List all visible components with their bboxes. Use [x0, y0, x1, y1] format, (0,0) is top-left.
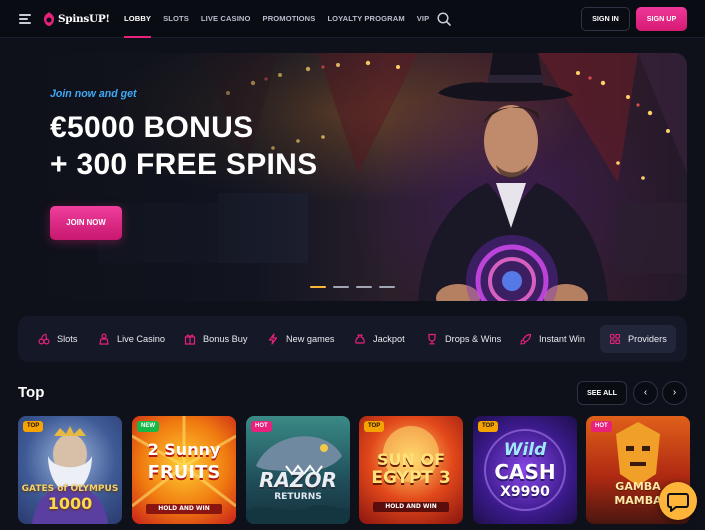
game-badge: HOT — [591, 421, 612, 432]
game-card-sun-of-egypt-3[interactable]: TOP SUN OF EGYPT 3 HOLD AND WIN — [359, 416, 463, 524]
nav-lobby[interactable]: LOBBY — [124, 0, 152, 38]
live-chat-button[interactable] — [659, 482, 697, 520]
main-nav: LOBBY SLOTS LIVE CASINO PROMOTIONS LOYAL… — [124, 0, 441, 38]
carousel-dot-2[interactable] — [333, 286, 349, 288]
category-jackpot[interactable]: Jackpot — [354, 325, 405, 353]
category-instant-win[interactable]: Instant Win — [520, 325, 585, 353]
category-slots-label: Slots — [57, 334, 78, 344]
game-badge: HOT — [251, 421, 272, 432]
chevron-left-icon: ‹ — [643, 387, 648, 398]
category-instant-win-label: Instant Win — [539, 334, 585, 344]
trophy-icon — [428, 333, 436, 345]
category-live-casino-label: Live Casino — [117, 334, 166, 344]
category-bonus-buy[interactable]: Bonus Buy — [184, 325, 247, 353]
game-title-2: FRUITS — [147, 462, 221, 483]
category-drops-and-wins-label: Drops & Wins — [445, 334, 502, 344]
game-card-sunny-fruits[interactable]: NEW 2 Sunny FRUITS HOLD AND WIN — [132, 416, 236, 524]
carousel-next-button[interactable]: › — [662, 381, 687, 405]
category-live-casino[interactable]: Live Casino — [98, 325, 165, 353]
game-subtitle: RETURNS — [274, 492, 322, 502]
game-title: RAZOR — [259, 468, 337, 492]
category-slots[interactable]: Slots — [38, 325, 77, 353]
game-title: SUN OF — [376, 450, 445, 469]
top-header: SpinsUP! LOBBY SLOTS LIVE CASINO PROMOTI… — [0, 0, 705, 38]
nav-vip[interactable]: VIP — [417, 0, 430, 38]
hero-title: €5000 BONUS + 300 FREE SPINS — [50, 109, 317, 183]
carousel-dots — [310, 286, 402, 288]
game-subtitle: HOLD AND WIN — [158, 505, 210, 512]
category-jackpot-label: Jackpot — [373, 334, 405, 344]
lightning-icon — [268, 333, 278, 345]
game-badge: NEW — [137, 421, 159, 432]
carousel-dot-4[interactable] — [379, 286, 395, 288]
sign-up-button[interactable]: SIGN UP — [636, 7, 687, 31]
carousel-dot-3[interactable] — [356, 286, 372, 288]
menu-icon[interactable] — [19, 14, 31, 24]
nav-slots[interactable]: SLOTS — [163, 0, 189, 38]
game-subtitle: X9990 — [500, 484, 550, 500]
game-title-2: CASH — [494, 460, 556, 484]
carousel-dot-1[interactable] — [310, 286, 326, 288]
category-bonus-buy-label: Bonus Buy — [203, 334, 248, 344]
logo-mark-icon — [44, 12, 54, 26]
nav-promotions[interactable]: PROMOTIONS — [263, 0, 316, 38]
carousel-prev-button[interactable]: ‹ — [633, 381, 658, 405]
game-title: 2 Sunny — [147, 440, 221, 459]
category-new-games[interactable]: New games — [267, 325, 335, 353]
category-bar: Slots Live Casino Bonus Buy New games Ja… — [18, 316, 687, 362]
chat-icon — [667, 493, 689, 512]
game-card-razor-returns[interactable]: HOT RAZOR RETURNS — [246, 416, 350, 524]
logo-text: SpinsUP! — [58, 13, 110, 25]
game-badge: TOP — [478, 421, 499, 432]
see-all-button[interactable]: SEE ALL — [577, 381, 627, 405]
category-providers-label: Providers — [628, 334, 667, 344]
section-title-top: Top — [18, 384, 45, 401]
category-drops-and-wins[interactable]: Drops & Wins — [426, 325, 501, 353]
game-title: Wild — [503, 440, 547, 460]
nav-loyalty-program[interactable]: LOYALTY PROGRAM — [327, 0, 404, 38]
gift-icon — [184, 334, 196, 345]
game-badge: TOP — [364, 421, 385, 432]
category-providers[interactable]: Providers — [600, 325, 676, 353]
category-new-games-label: New games — [286, 334, 335, 344]
game-badge: TOP — [23, 421, 44, 432]
hero-title-line-1: €5000 BONUS — [50, 111, 254, 144]
game-subtitle: 1000 — [47, 494, 93, 513]
search-icon[interactable] — [436, 11, 452, 27]
sign-in-button[interactable]: SIGN IN — [581, 7, 630, 31]
nav-live-casino[interactable]: LIVE CASINO — [201, 0, 251, 38]
game-card-gates-of-olympus[interactable]: TOP GATES of OLYMPUS 1000 — [18, 416, 122, 524]
hero-kicker: Join now and get — [50, 88, 137, 100]
logo[interactable]: SpinsUP! — [42, 10, 110, 28]
top-games-row: TOP GATES of OLYMPUS 1000 NEW 2 Sunny FR… — [18, 416, 705, 530]
grid-icon — [609, 333, 621, 345]
jackpot-bag-icon — [355, 334, 365, 344]
hero-title-line-2: + 300 FREE SPINS — [50, 148, 318, 181]
cherries-icon — [38, 333, 50, 345]
game-title: GATES of OLYMPUS — [21, 484, 119, 494]
rocket-icon — [520, 333, 532, 345]
game-title-2: EGYPT 3 — [371, 468, 451, 488]
dealer-icon — [99, 333, 109, 345]
hero-banner[interactable]: Join now and get €5000 BONUS + 300 FREE … — [18, 53, 687, 301]
chevron-right-icon: › — [672, 387, 677, 398]
game-card-wild-cash[interactable]: TOP Wild CASH X9990 — [473, 416, 577, 524]
join-now-button[interactable]: JOIN NOW — [50, 206, 122, 240]
game-subtitle: HOLD AND WIN — [385, 503, 437, 510]
